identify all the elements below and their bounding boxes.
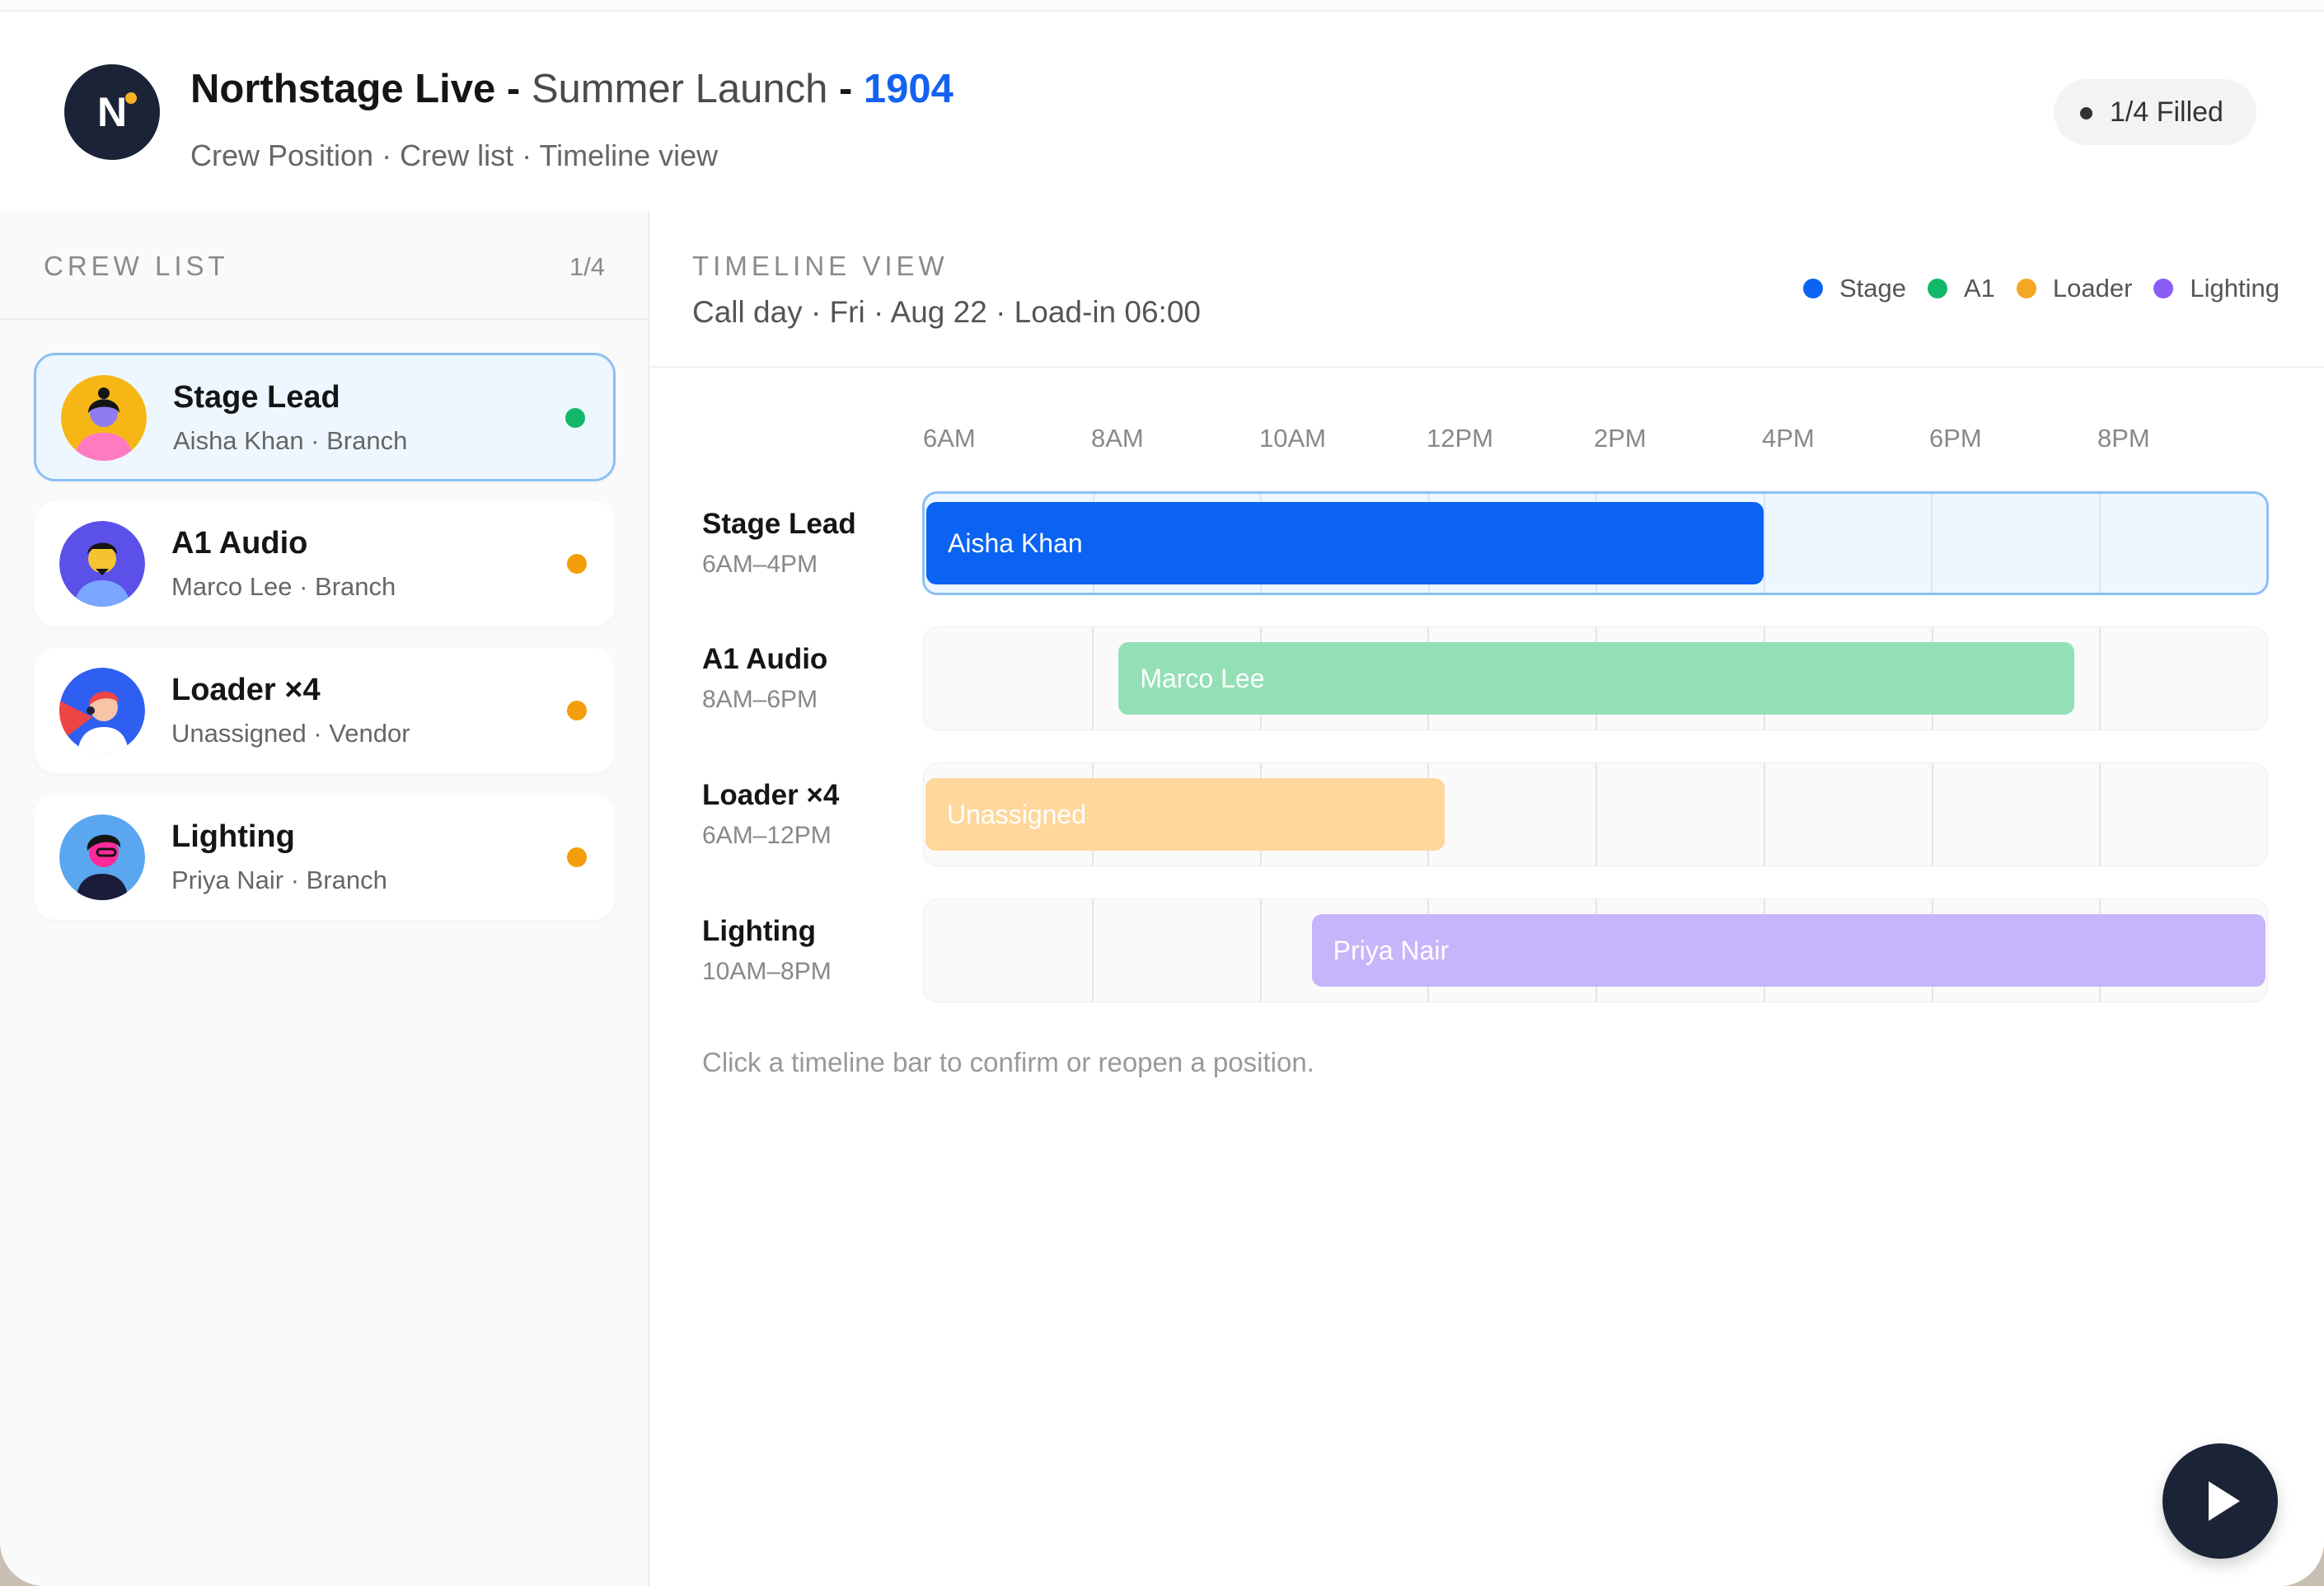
timeline-bar[interactable]: Marco Lee — [1118, 642, 2074, 715]
crew-card-title: Lighting — [171, 819, 295, 854]
crew-card-subtitle: Marco Lee · Branch — [171, 572, 396, 601]
crew-card-lighting[interactable]: Lighting Priya Nair · Branch — [35, 795, 615, 920]
avatar — [61, 375, 147, 461]
time-axis-label: 6AM — [923, 424, 976, 453]
time-axis-label: 6PM — [1929, 424, 1982, 453]
legend-dot-icon — [1927, 279, 1947, 298]
legend-label: A1 — [1963, 274, 1995, 303]
timeline-bar-label: Unassigned — [947, 800, 1086, 829]
legend-item-loader: Loader — [2016, 274, 2133, 303]
crew-list-panel: CREW LIST 1/4 Stage Lead Aisha Khan · Br… — [0, 211, 649, 1586]
play-icon — [2209, 1481, 2240, 1521]
status-dot-icon — [567, 554, 587, 574]
timeline-gridline — [1259, 899, 1262, 1002]
timeline-bar[interactable]: Unassigned — [925, 778, 1445, 851]
timeline-track-loader[interactable]: Unassigned — [923, 762, 2268, 866]
timeline-row-title: A1 Audio — [702, 643, 828, 675]
breadcrumb: Crew Position · Crew list · Timeline vie… — [190, 138, 719, 172]
status-dot-icon — [2080, 107, 2092, 120]
crew-list-title: CREW LIST — [44, 251, 229, 281]
timeline-header: TIMELINE VIEW Call day · Fri · Aug 22 · … — [649, 211, 2324, 368]
time-axis-label: 4PM — [1762, 424, 1815, 453]
avatar — [59, 668, 145, 753]
window-top-edge — [0, 0, 2324, 12]
timeline-bar-label: Priya Nair — [1333, 936, 1450, 965]
title-separator: - — [827, 67, 864, 111]
timeline-row-title: Stage Lead — [702, 508, 856, 540]
page-header: N Northstage Live - Summer Launch - 1904… — [0, 12, 2324, 213]
timeline-subtitle: Call day · Fri · Aug 22 · Load-in 06:00 — [692, 295, 1201, 329]
play-button[interactable] — [2162, 1443, 2278, 1559]
timeline-bar-label: Aisha Khan — [948, 528, 1083, 558]
timeline-gridline — [1091, 627, 1094, 730]
timeline-track-a1-audio[interactable]: Marco Lee — [923, 626, 2268, 730]
legend-item-a1: A1 — [1927, 274, 1995, 303]
legend-item-stage: Stage — [1802, 274, 1906, 303]
status-dot-icon — [567, 847, 587, 867]
crew-card-title: Stage Lead — [173, 380, 340, 415]
timeline-gridline — [1091, 899, 1094, 1002]
timeline-bar-label: Marco Lee — [1140, 664, 1265, 693]
page-title: Northstage Live - Summer Launch - 1904 — [190, 66, 953, 112]
legend-label: Loader — [2052, 274, 2133, 303]
timeline-panel: TIMELINE VIEW Call day · Fri · Aug 22 · … — [649, 211, 2324, 1586]
title-separator: - — [495, 67, 532, 111]
timeline-gridline — [2099, 763, 2101, 866]
timeline-gridline — [2098, 494, 2101, 593]
crew-card-a1-audio[interactable]: A1 Audio Marco Lee · Branch — [35, 501, 615, 626]
crew-card-title: A1 Audio — [171, 526, 308, 561]
crew-list-count: 1/4 — [569, 252, 605, 281]
timeline-track-lighting[interactable]: Priya Nair — [923, 899, 2268, 1002]
logo-accent-dot — [125, 92, 137, 104]
legend-label: Stage — [1839, 274, 1906, 303]
time-axis-label: 8AM — [1091, 424, 1144, 453]
timeline-hint: Click a timeline bar to confirm or reope… — [702, 1047, 1314, 1077]
avatar — [59, 814, 145, 900]
legend-label: Lighting — [2190, 274, 2279, 303]
timeline-track-stage-lead[interactable]: Aisha Khan — [922, 491, 2269, 595]
crew-card-subtitle: Unassigned · Vendor — [171, 719, 410, 748]
logo-letter: N — [96, 89, 128, 135]
filled-status-label: 1/4 Filled — [2110, 96, 2223, 128]
timeline-row-time: 6AM–4PM — [702, 551, 818, 578]
brand-name: Northstage Live — [190, 67, 496, 111]
timeline-bar[interactable]: Priya Nair — [1311, 914, 2265, 987]
event-code: 1904 — [863, 67, 953, 111]
legend-dot-icon — [1802, 279, 1823, 298]
timeline-gridline — [1763, 763, 1765, 866]
time-axis-label: 12PM — [1427, 424, 1493, 453]
timeline-gridline — [1931, 494, 1933, 593]
time-axis-label: 2PM — [1594, 424, 1647, 453]
timeline-row-title: Lighting — [702, 915, 817, 947]
crew-card-subtitle: Aisha Khan · Branch — [173, 426, 408, 455]
app-window: N Northstage Live - Summer Launch - 1904… — [0, 0, 2324, 1586]
event-name: Summer Launch — [531, 67, 828, 111]
crew-card-loader[interactable]: Loader ×4 Unassigned · Vendor — [35, 648, 615, 773]
crew-card-title: Loader ×4 — [171, 673, 321, 707]
timeline-bar[interactable]: Aisha Khan — [926, 502, 1764, 584]
filled-status-badge: 1/4 Filled — [2054, 79, 2256, 145]
timeline-row-title: Loader ×4 — [702, 779, 840, 811]
timeline-title: TIMELINE VIEW — [692, 251, 949, 281]
timeline-row-time: 10AM–8PM — [702, 958, 832, 985]
timeline-legend: Stage A1 Loader Lighting — [1782, 272, 2279, 305]
timeline-gridline — [1595, 763, 1597, 866]
crew-list-header: CREW LIST 1/4 — [0, 211, 648, 320]
brand-logo: N — [64, 64, 160, 160]
timeline-gridline — [1931, 763, 1933, 866]
timeline-gridline — [1763, 494, 1765, 593]
status-dot-icon — [565, 408, 585, 428]
timeline-row-time: 6AM–12PM — [702, 822, 832, 849]
avatar — [59, 521, 145, 607]
time-axis-label: 8PM — [2097, 424, 2150, 453]
timeline-row-time: 8AM–6PM — [702, 686, 818, 713]
legend-dot-icon — [2153, 279, 2174, 298]
legend-dot-icon — [2016, 279, 2036, 298]
time-axis-label: 10AM — [1259, 424, 1326, 453]
timeline-gridline — [2099, 627, 2101, 730]
status-dot-icon — [567, 701, 587, 720]
legend-item-lighting: Lighting — [2153, 274, 2279, 303]
crew-card-subtitle: Priya Nair · Branch — [171, 866, 387, 894]
crew-card-stage-lead[interactable]: Stage Lead Aisha Khan · Branch — [34, 353, 616, 481]
